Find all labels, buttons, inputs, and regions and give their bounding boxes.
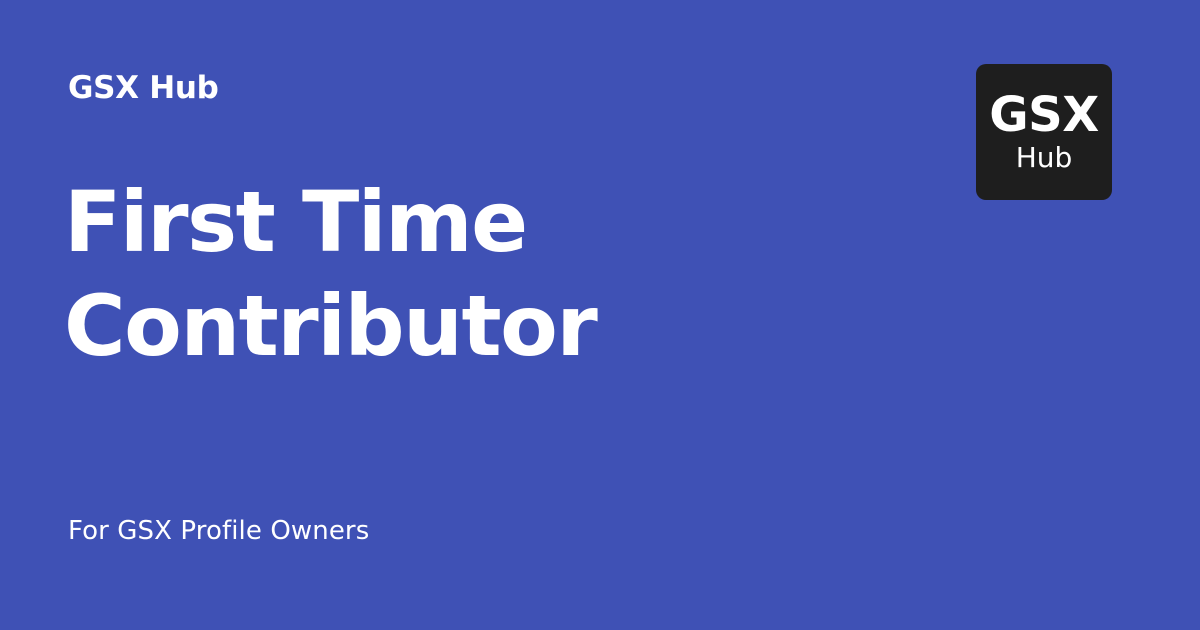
social-card: GSX Hub First Time Contributor For GSX P… [0,0,1200,630]
title-line-1: First Time [64,173,528,271]
logo-main-text: GSX [989,87,1099,143]
brand-label: GSX Hub [68,70,219,106]
page-title: First Time Contributor [64,170,824,378]
logo-sub-text: Hub [1015,141,1073,174]
subtitle: For GSX Profile Owners [68,516,370,546]
gsx-hub-logo: GSX Hub [976,64,1112,200]
title-line-2: Contributor [64,277,598,375]
